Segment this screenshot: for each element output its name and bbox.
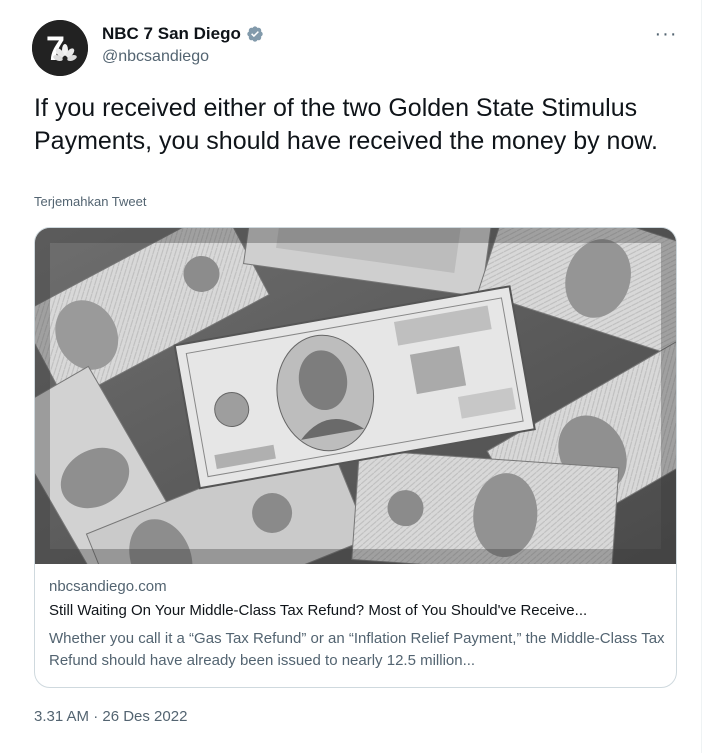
tweet-text: If you received either of the two Golden… [34, 94, 658, 155]
more-horizontal-icon: ··· [654, 23, 678, 45]
card-body[interactable]: nbcsandiego.com Still Waiting On Your Mi… [35, 564, 676, 687]
frame-border [701, 0, 702, 753]
card-description: Whether you call it a “Gas Tax Refund” o… [49, 630, 665, 669]
avatar[interactable]: 7 [32, 20, 88, 76]
card-domain: nbcsandiego.com [49, 578, 167, 595]
author-handle[interactable]: @nbcsandiego [102, 48, 209, 66]
tweet-header: 7 NBC 7 San Diego @nbcsandiego ··· [32, 18, 682, 76]
nbc-logo-icon: 7 [32, 20, 88, 76]
tweet: 7 NBC 7 San Diego @nbcsandiego ··· If yo… [0, 0, 700, 753]
link-card[interactable]: nbcsandiego.com Still Waiting On Your Mi… [34, 227, 677, 688]
money-photo [35, 228, 676, 637]
author-name-row: NBC 7 San Diego [102, 24, 264, 44]
tweet-timestamp[interactable]: 3.31 AM · 26 Des 2022 [34, 708, 187, 725]
translate-tweet-link[interactable]: Terjemahkan Tweet [34, 194, 147, 209]
more-options-button[interactable]: ··· [652, 24, 680, 44]
card-title: Still Waiting On Your Middle-Class Tax R… [49, 602, 588, 619]
card-image[interactable] [35, 228, 676, 637]
display-name[interactable]: NBC 7 San Diego [102, 24, 241, 44]
verified-badge-icon [247, 26, 263, 42]
